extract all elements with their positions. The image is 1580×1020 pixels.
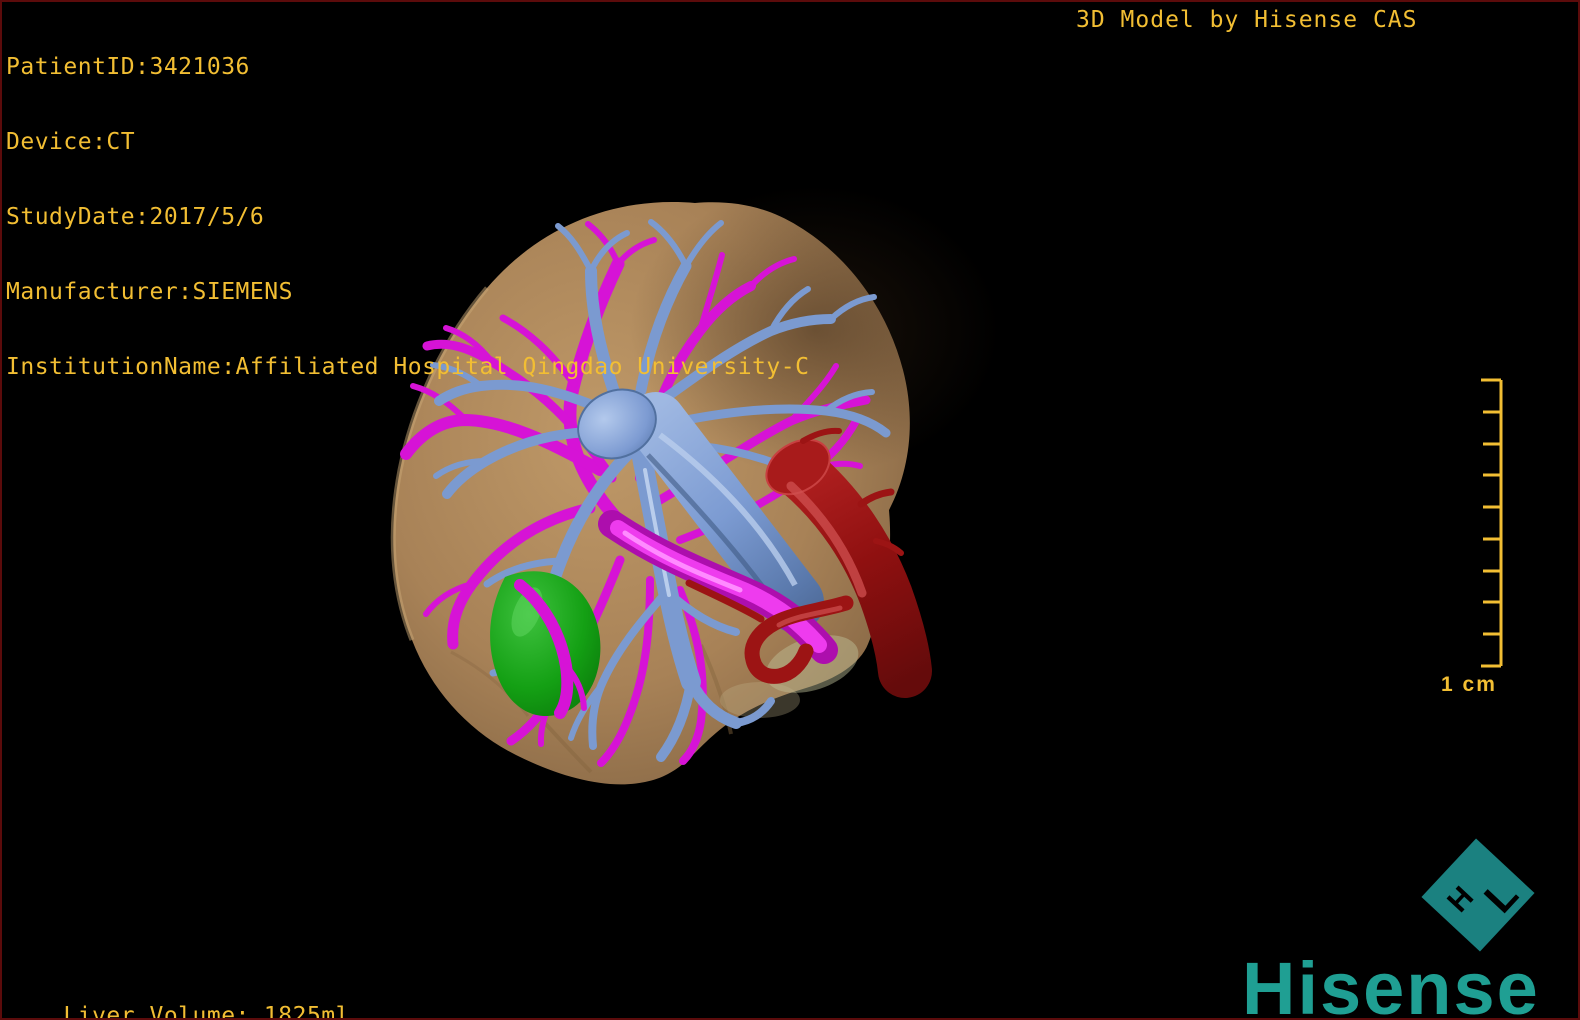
device-line: Device:CT (6, 129, 136, 155)
liver-volume-value: 1825ml (263, 1003, 350, 1020)
scale-bar: 1 cm (1441, 378, 1503, 696)
cas-diamond-logo: H L (1421, 838, 1535, 952)
liver-volume-readout: Liver Volume: 1825ml (6, 977, 350, 1020)
institution-line: InstitutionName:Affiliated Hospital Qing… (6, 354, 810, 380)
study-date-line: StudyDate:2017/5/6 (6, 204, 265, 230)
scale-bar-label: 1 cm (1441, 673, 1497, 696)
manufacturer-line: Manufacturer:SIEMENS (6, 279, 293, 305)
patient-info: PatientID:3421036 Device:CT StudyDate:20… (6, 5, 809, 430)
patient-id-line: PatientID:3421036 (6, 54, 250, 80)
liver-volume-label: Liver Volume: (63, 1003, 250, 1020)
hisense-wordmark: Hisense (1242, 947, 1540, 1020)
viewer-window: 1 cm H L PatientID:3421036 Device:CT Stu… (0, 0, 1580, 1020)
watermark-title: 3D Model by Hisense CAS (1076, 7, 1418, 33)
